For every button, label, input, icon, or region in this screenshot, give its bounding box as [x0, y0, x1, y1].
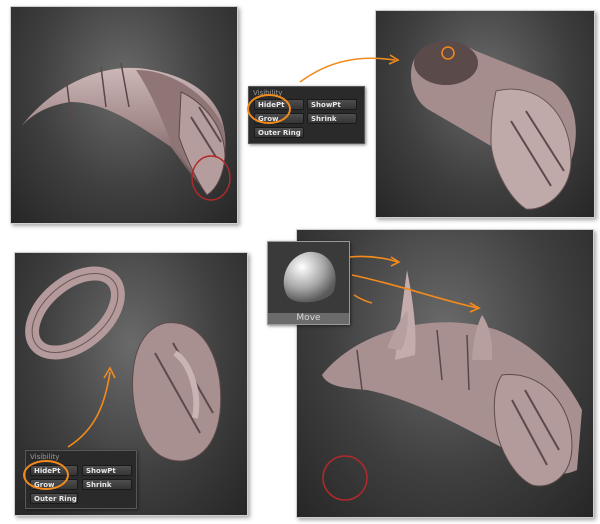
- arrow-to-ring: [67, 371, 111, 448]
- annotation-arrows: [67, 54, 481, 448]
- arrow-to-spike-1: [349, 255, 399, 263]
- arrow-to-hidden-point: [299, 57, 396, 83]
- arrow-to-spike-3: [353, 294, 373, 304]
